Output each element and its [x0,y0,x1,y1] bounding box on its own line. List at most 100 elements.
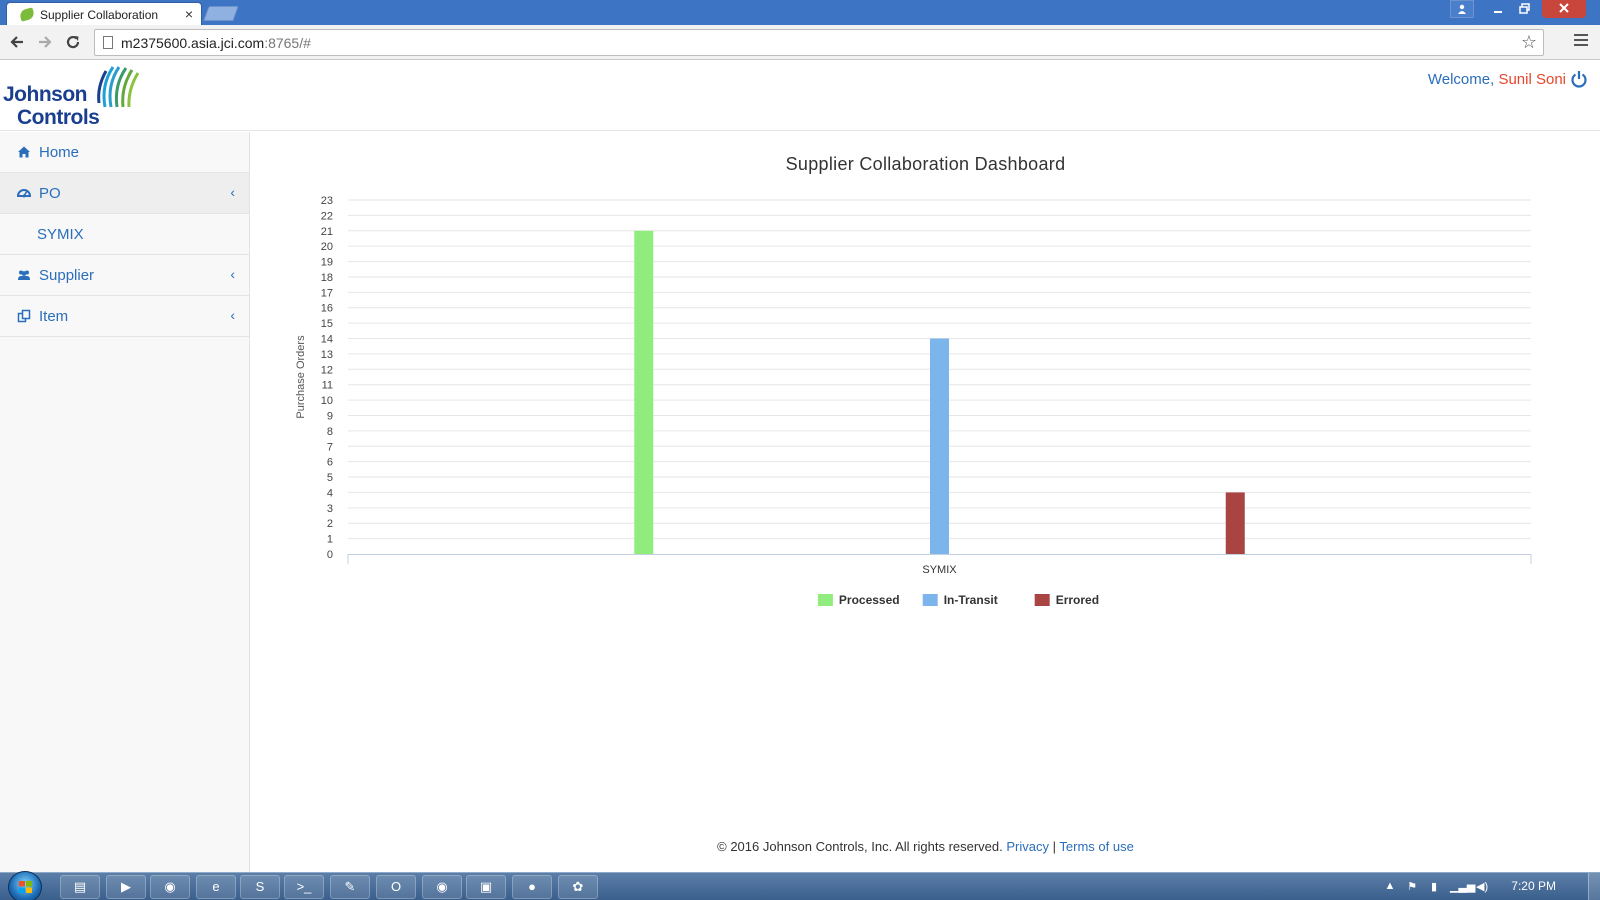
sidebar-item-supplier[interactable]: Supplier ‹ [0,255,249,296]
y-tick-label: 3 [327,503,333,515]
y-tick-label: 8 [327,426,333,438]
johnson-controls-logo[interactable]: Johnson Controls [3,63,151,129]
y-tick-label: 4 [327,487,333,499]
profile-icon[interactable] [1450,0,1474,18]
bar-in-transit [930,338,949,554]
purchase-orders-bar-chart: 01234567891011121314151617181920212223Pu… [295,195,1532,607]
media-player-icon: ▶ [121,879,131,894]
sidebar-subitem-symix[interactable]: SYMIX [0,214,249,255]
chrome-icon: ◉ [164,879,176,894]
taskbar-app-button[interactable]: S [240,875,280,899]
restore-button[interactable] [1512,0,1536,18]
volume-icon[interactable]: ◀) [1476,880,1488,894]
y-axis-label: Purchase Orders [295,335,307,419]
legend-label: Errored [1056,593,1099,607]
taskbar-app-button[interactable]: ▶ [106,875,146,899]
leaf-favicon-icon [18,7,36,22]
legend-label: In-Transit [944,593,998,607]
y-tick-label: 17 [321,287,333,299]
users-icon [18,270,30,280]
y-tick-label: 20 [321,241,333,253]
taskbar-app-button[interactable]: ● [512,875,552,899]
y-tick-label: 7 [327,441,333,453]
y-tick-label: 2 [327,518,333,530]
sidebar-item-label: SYMIX [37,225,84,243]
sidebar-item-item[interactable]: Item ‹ [0,296,249,337]
network-signal-icon[interactable]: ▁▃▅ [1450,880,1475,894]
start-button[interactable] [8,871,42,900]
logo-swoosh-icon [97,66,140,108]
footer-separator: | [1052,839,1057,854]
y-tick-label: 12 [321,364,333,376]
y-tick-label: 9 [327,410,333,422]
legend-swatch [817,594,833,606]
bookmark-star-icon[interactable]: ☆ [1521,32,1537,53]
taskbar-clock[interactable]: 7:20 PM [1511,879,1556,893]
new-tab-button[interactable] [203,6,239,21]
taskbar-app-button[interactable]: ◉ [422,875,462,899]
dashboard-icon [17,189,31,198]
tab-close-icon[interactable]: × [185,6,193,22]
y-tick-label: 6 [327,457,333,469]
page-icon [103,36,113,49]
taskbar-app-button[interactable]: ◉ [150,875,190,899]
sidebar-item-po[interactable]: PO ‹ [0,173,249,214]
taskbar-app-button[interactable]: e [196,875,236,899]
taskbar-app-button[interactable]: O [376,875,416,899]
system-tray: ▲ ⚑ ▮ ▁▃▅ ◀) 7:20 PM [1380,873,1600,900]
sidebar: Home PO ‹ SYMIX Supplier ‹ Item ‹ [0,132,250,872]
file-explorer-icon: ▤ [73,879,87,894]
chrome-icon: ◉ [436,879,448,894]
reload-button[interactable] [62,31,84,53]
url-text: m2375600.asia.jci.com:8765/# [121,35,311,51]
command-prompt-icon: >_ [296,879,312,894]
app-header: Johnson Controls Welcome, Sunil Soni [0,61,1600,131]
y-tick-label: 14 [321,334,333,346]
battery-icon[interactable]: ▮ [1428,880,1440,894]
x-tick-label: SYMIX [922,564,957,576]
sidebar-item-home[interactable]: Home [0,132,249,173]
main-content: Supplier Collaboration Dashboard 0123456… [251,132,1600,872]
browser-menu-icon[interactable] [1574,34,1588,48]
taskbar-app-button[interactable]: ▣ [466,875,506,899]
taskbar-app-button[interactable]: ▤ [60,875,100,899]
forward-button[interactable] [34,31,56,53]
y-tick-label: 23 [321,195,333,207]
y-tick-label: 21 [321,226,333,238]
items-icon [17,309,31,323]
show-desktop-button[interactable] [1588,873,1600,900]
show-hidden-icons-icon[interactable]: ▲ [1384,880,1396,894]
windows-flag-icon [19,881,32,893]
sidebar-item-label: Supplier [39,266,95,284]
y-tick-label: 1 [327,534,333,546]
taskbar-app-button[interactable]: ✿ [558,875,598,899]
notepad-icon: ✎ [344,879,356,894]
skype-icon: S [255,879,265,894]
paint-icon: ✿ [572,879,584,894]
internet-explorer-icon: e [212,879,220,894]
y-tick-label: 10 [321,395,333,407]
y-tick-label: 5 [327,472,333,484]
back-button[interactable] [6,31,28,53]
taskbar-app-button[interactable]: >_ [284,875,324,899]
browser-tab[interactable]: Supplier Collaboration × [6,2,202,25]
windows-taskbar: ▤ ▶ ◉ e S >_ ✎ O ◉ ▣ ● ✿ ▲ ⚑ ▮ ▁▃▅ ◀) 7:20 PM [0,871,1600,900]
vodafone-icon: ● [528,879,536,894]
minimize-button[interactable] [1486,0,1510,18]
copyright-text: © 2016 Johnson Controls, Inc. All rights… [717,839,1003,854]
chevron-left-icon: ‹ [230,184,235,200]
user-name-link[interactable]: Sunil Soni [1498,71,1566,88]
welcome-message: Welcome, Sunil Soni [1427,71,1566,88]
address-bar[interactable]: m2375600.asia.jci.com:8765/# ☆ [94,29,1544,56]
chevron-left-icon: ‹ [230,266,235,282]
privacy-link[interactable]: Privacy [1006,839,1049,854]
taskbar-app-button[interactable]: ✎ [330,875,370,899]
y-tick-label: 16 [321,303,333,315]
terms-of-use-link[interactable]: Terms of use [1059,839,1133,854]
power-logout-icon[interactable] [1570,70,1588,88]
close-window-button[interactable] [1542,0,1586,18]
sidebar-item-label: Item [39,307,69,325]
action-center-icon[interactable]: ⚑ [1406,880,1418,894]
y-tick-label: 18 [321,272,333,284]
tab-title: Supplier Collaboration [40,8,159,22]
